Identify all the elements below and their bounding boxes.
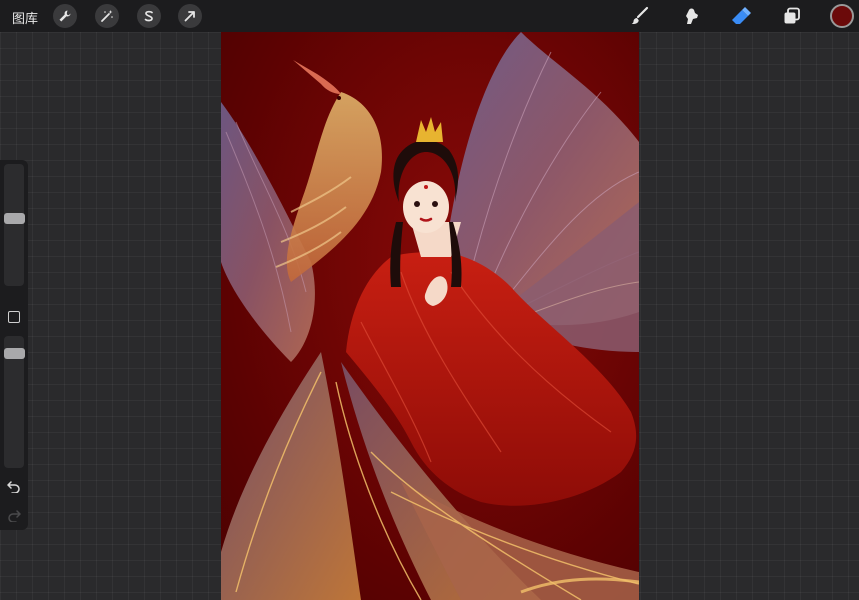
eraser-icon [732,7,751,24]
phoenix-body [275,60,382,282]
selection-button[interactable] [137,4,161,28]
redo-button[interactable] [6,508,22,524]
selection-s-icon [144,10,153,22]
eraser-tool[interactable] [729,4,753,28]
smudge-icon [686,8,698,24]
actions-button[interactable] [53,4,77,28]
wrench-icon [59,10,71,22]
artwork-illustration [221,32,639,600]
opacity-thumb[interactable] [4,348,25,360]
redo-icon [8,510,21,522]
layers-icon [784,7,800,24]
brush-size-slider[interactable] [4,164,24,286]
arrow-cursor-icon [184,11,195,22]
brush-icon [631,6,649,24]
undo-icon [7,481,20,493]
transform-button[interactable] [178,4,202,28]
top-toolbar: 图库 [0,0,859,32]
adjustments-button[interactable] [95,4,119,28]
drawing-canvas[interactable] [221,32,639,600]
brush-size-thumb[interactable] [4,212,25,224]
color-picker-button[interactable] [830,4,854,28]
gallery-button[interactable]: 图库 [12,8,38,27]
undo-button[interactable] [6,479,22,495]
brush-tool[interactable] [628,4,652,28]
smudge-tool[interactable] [679,4,703,28]
sidebar [0,160,28,530]
magic-wand-icon [101,10,113,22]
layers-tool[interactable] [780,4,804,28]
modify-button[interactable] [8,311,20,323]
